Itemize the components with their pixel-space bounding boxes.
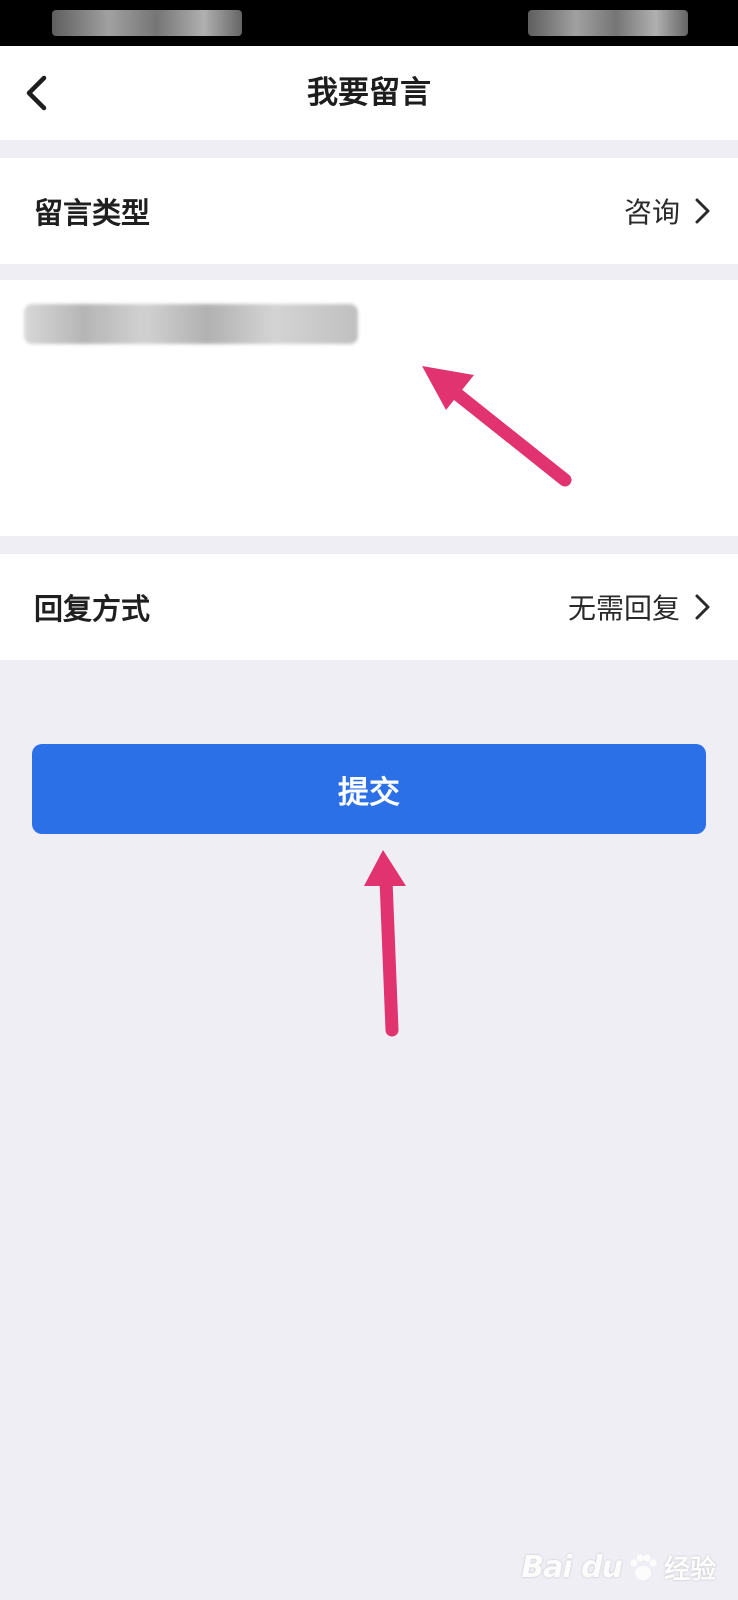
paw-icon bbox=[630, 1554, 657, 1580]
message-type-selector[interactable]: 咨询 bbox=[624, 158, 714, 264]
message-type-label: 留言类型 bbox=[34, 196, 151, 230]
status-bar-left-blurred bbox=[52, 10, 242, 36]
watermark-text: 经验 bbox=[663, 1555, 716, 1585]
watermark-logo-text: Bai du bbox=[521, 1550, 623, 1585]
message-type-value: 咨询 bbox=[623, 196, 680, 229]
reply-method-value: 无需回复 bbox=[567, 592, 680, 625]
page-title: 我要留言 bbox=[307, 75, 431, 111]
baidu-jingyan-watermark: Bai du 经验 bbox=[521, 1549, 716, 1586]
chevron-right-icon bbox=[695, 594, 710, 620]
chevron-right-icon bbox=[695, 198, 710, 224]
message-text-blurred bbox=[24, 304, 358, 344]
message-input[interactable] bbox=[0, 280, 738, 536]
reply-method-label: 回复方式 bbox=[34, 592, 151, 626]
status-bar-right-blurred bbox=[528, 10, 688, 36]
nav-bar: 我要留言 bbox=[0, 46, 738, 140]
submit-button[interactable]: 提交 bbox=[32, 744, 706, 834]
reply-method-selector[interactable]: 无需回复 bbox=[568, 554, 714, 660]
status-bar bbox=[0, 0, 738, 46]
arrow-to-submit-button bbox=[364, 850, 406, 1037]
message-type-row[interactable]: 留言类型 咨询 bbox=[0, 158, 738, 264]
reply-method-row[interactable]: 回复方式 无需回复 bbox=[0, 554, 738, 660]
